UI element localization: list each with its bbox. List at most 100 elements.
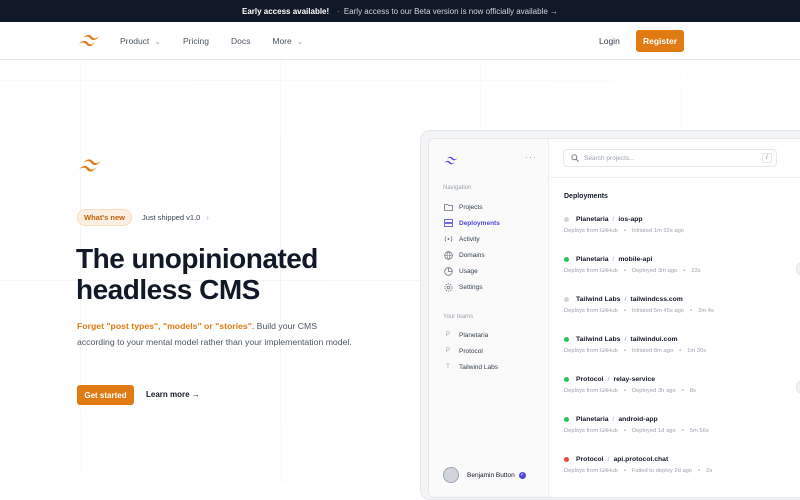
sidebar-item-domains[interactable]: Domains <box>443 248 485 262</box>
sidebar-team-tailwind-labs[interactable]: T Tailwind Labs <box>443 360 498 374</box>
bullet: • <box>698 468 701 474</box>
table-row[interactable]: Tailwind Labs / tailwindui.com Deploys from… <box>564 336 800 354</box>
verified-check-icon: ✓ <box>518 471 526 479</box>
table-row[interactable]: Planetaria / mobile-api Deploys from GitHub… <box>564 256 800 274</box>
sidebar-item-projects[interactable]: Projects <box>443 200 482 214</box>
separator: / <box>612 256 615 263</box>
sidebar-item-deployments[interactable]: Deployments <box>443 216 500 230</box>
hero-headline: The unopinionated headless CMS <box>76 243 376 305</box>
table-row[interactable]: Tailwind Labs / tailwindcss.com Deploys fro… <box>564 296 800 314</box>
deployment-team: Tailwind Labs <box>576 336 621 343</box>
app-main: Search projects... / Deployments Planeta… <box>550 139 800 497</box>
team-initial: P <box>445 348 450 354</box>
bullet: • <box>623 228 626 234</box>
bullet: • <box>623 348 626 354</box>
deployment-duration: 5m 56s <box>689 428 709 434</box>
chevron-right-icon: › <box>206 213 209 222</box>
shipped-label: Just shipped v1.0 <box>141 213 201 222</box>
deployment-project: api.protocol.chat <box>613 456 669 463</box>
search-shortcut: / <box>762 153 772 163</box>
separator: / <box>624 296 627 303</box>
signal-icon <box>443 234 453 244</box>
deployment-time: Initiated 1m 32s ago <box>631 228 685 234</box>
app-logo-icon <box>443 153 459 171</box>
scroll-edge-handle <box>796 262 800 276</box>
sidebar-item-usage[interactable]: Usage <box>443 264 478 278</box>
deployment-time: Initiated 5m 45s ago <box>631 308 685 314</box>
sidebar-team-planetaria[interactable]: P Planetaria <box>443 328 488 342</box>
get-started-button[interactable]: Get started <box>77 385 134 405</box>
more-options-icon[interactable]: ··· <box>525 152 537 162</box>
deployment-team: Planetaria <box>576 216 609 223</box>
bullet: • <box>623 388 626 394</box>
brand-logo-icon[interactable] <box>77 34 101 53</box>
status-dot <box>564 377 569 382</box>
scroll-edge-handle <box>796 380 800 394</box>
separator: / <box>607 376 610 383</box>
teams-heading: Your teams <box>443 314 474 320</box>
deployment-project: tailwindui.com <box>630 336 678 343</box>
deployment-source: Deploys from GitHub <box>564 348 618 354</box>
table-row[interactable]: Planetaria / android-app Deploys from GitHu… <box>564 416 800 434</box>
nav-link-more[interactable]: More ⌄ <box>272 36 303 46</box>
deployment-source: Deploys from GitHub <box>564 428 618 434</box>
announcement-bar[interactable]: Early access available! · Early access t… <box>0 0 800 22</box>
announcement-message[interactable]: Early access to our Beta version is now … <box>344 7 558 16</box>
separator: / <box>607 456 610 463</box>
nav-link-product[interactable]: Product ⌄ <box>120 36 161 46</box>
bullet: • <box>681 428 684 434</box>
user-profile[interactable]: Benjamin Button ✓ <box>443 467 526 483</box>
deployment-source: Deploys from GitHub <box>564 308 618 314</box>
deployment-time: Failed to deploy 2d ago <box>631 468 693 474</box>
separator: / <box>624 336 627 343</box>
nav-link-pricing[interactable]: Pricing <box>183 36 209 46</box>
subtitle-highlight: Forget "post types", "models" or "storie… <box>77 321 255 331</box>
team-initial: P <box>445 332 450 338</box>
table-row[interactable]: Protocol / relay-service Deploys from GitHu… <box>564 376 800 394</box>
search-icon <box>571 154 579 162</box>
chevron-down-icon: ⌄ <box>296 36 304 46</box>
server-icon <box>443 218 453 228</box>
nav-link-docs[interactable]: Docs <box>231 36 250 46</box>
deployment-team: Planetaria <box>576 256 609 263</box>
register-button[interactable]: Register <box>636 30 684 52</box>
table-row[interactable]: Planetaria / ios-app Deploys from GitHub • In… <box>564 216 800 234</box>
app-preview: ··· Navigation Projects Deployments Acti… <box>428 138 800 498</box>
avatar <box>443 467 459 483</box>
table-row[interactable]: Protocol / api.protocol.chat Deploys from G… <box>564 456 800 474</box>
deployment-team: Protocol <box>576 456 604 463</box>
hero-logo-icon <box>77 158 103 179</box>
bullet: • <box>623 468 626 474</box>
deployment-duration: 1m 30s <box>687 348 707 354</box>
sidebar-team-protocol[interactable]: P Protocol <box>443 344 483 358</box>
deployment-source: Deploys from GitHub <box>564 388 618 394</box>
nav-links: Product ⌄ Pricing Docs More ⌄ <box>120 22 303 60</box>
announcement-bold: Early access available! <box>241 6 330 16</box>
login-link[interactable]: Login <box>599 36 620 46</box>
deployment-team: Tailwind Labs <box>576 296 621 303</box>
deployment-project: ios-app <box>618 216 643 223</box>
deployment-time: Deployed 3h ago <box>631 388 676 394</box>
deployment-duration: 8s <box>689 388 696 394</box>
user-name: Benjamin Button <box>467 471 515 479</box>
deployment-duration: 2s <box>706 468 713 474</box>
status-dot <box>564 257 569 262</box>
navigation-heading: Navigation <box>443 185 472 191</box>
deployment-time: Initiated 8m ago <box>631 348 674 354</box>
sidebar-item-activity[interactable]: Activity <box>443 232 480 246</box>
team-initial: T <box>446 364 450 370</box>
bullet: • <box>690 308 693 314</box>
learn-more-link[interactable]: Learn more → <box>146 390 200 399</box>
search-input[interactable]: Search projects... / <box>563 149 777 167</box>
deployment-project: relay-service <box>613 376 656 383</box>
top-nav: Product ⌄ Pricing Docs More ⌄ Login Regist… <box>0 22 800 60</box>
deployment-project: tailwindcss.com <box>630 296 683 303</box>
divider <box>550 177 800 178</box>
bullet: • <box>623 268 626 274</box>
status-dot <box>564 217 569 222</box>
announcement-separator: · <box>337 6 340 16</box>
app-sidebar: ··· Navigation Projects Deployments Acti… <box>429 139 549 497</box>
whats-new-pill[interactable]: What's new Just shipped v1.0 › <box>77 209 209 226</box>
sidebar-item-settings[interactable]: Settings <box>443 280 483 294</box>
bullet: • <box>681 388 684 394</box>
